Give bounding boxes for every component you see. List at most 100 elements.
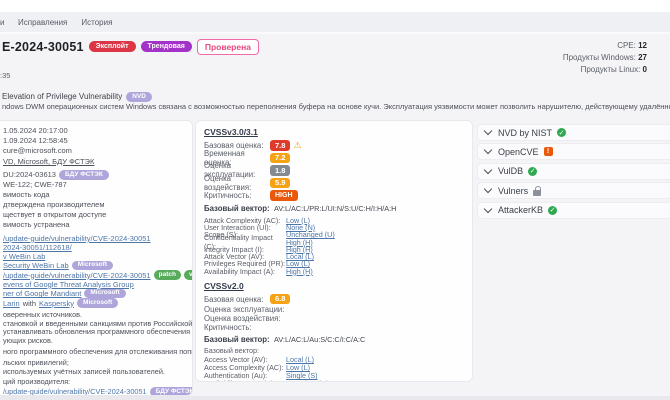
contact-email: cure@microsoft.com [3, 146, 72, 156]
cvss2-metrics: Access Vector (AV): Local (L) Access Comp… [204, 355, 464, 381]
tab-history[interactable]: История [81, 18, 112, 27]
warning-icon: ⚠ [293, 139, 302, 150]
stat-windows: Продукты Windows: 27 [562, 53, 647, 62]
vulnerability-name: Elevation of Privilege Vulnerability [2, 92, 123, 102]
reference-link[interactable]: Security WeBin Lab [3, 261, 69, 270]
product-stats: CPE: 12 Продукты Windows: 27 Продукты Li… [563, 40, 647, 76]
microsoft-badge: Microsoft [84, 288, 126, 299]
cvss2-base-score-row: Базовая оценка: 6.8 [204, 293, 464, 306]
cvss2-vector-row: Базовый вектор: AV:L/AC:L/Au:S/C:C/I:C/A… [204, 334, 366, 344]
tab-bar: ия Исправления История [0, 12, 670, 34]
source-accordion-nvd[interactable]: NVD by NIST ✓ [477, 124, 670, 141]
bdu-id: DU:2024-03613 [3, 169, 56, 179]
cvss2-impact-label: Оценка воздействия: [204, 314, 281, 324]
reference-link[interactable]: evens of Google Threat Analysis Group [3, 280, 134, 289]
metric-value-link[interactable]: Complete (C) [286, 379, 329, 381]
advisory-line: ного программного обеспечения для отслеж… [3, 347, 193, 356]
date-modified: 1.09.2024 12:58:45 [3, 136, 68, 146]
description-row: ndows DWM операционных систем Windows св… [2, 102, 670, 112]
credit-row: Larin with Kaspersky Microsoft [3, 298, 188, 308]
chevron-down-icon [483, 165, 493, 174]
cwe-ids: WE-122; CWE-787 [3, 179, 67, 189]
reference-link[interactable]: /update-guide/vulnerability/CVE-2024-300… [3, 234, 151, 243]
vendor-advisory-link[interactable]: /update-guide/vulnerability/CVE-2024-300… [3, 387, 147, 395]
id-block: DU:2024-03613 БДУ ФСТЭК WE-122; CWE-787 … [3, 170, 188, 230]
stat-cpe: CPE: 12 [617, 41, 647, 50]
lock-icon [533, 185, 542, 196]
score-badge: 6.8 [270, 293, 291, 305]
source-accordion-vulners[interactable]: Vulners [477, 182, 670, 199]
title-row: E-2024-30051 Эксплойт Трендовая Проверен… [2, 39, 259, 55]
details-card: 1.05.2024 20:17:00 1.09.2024 12:58:45 cu… [0, 120, 193, 396]
meta-block: 1.05.2024 20:17:00 1.09.2024 12:58:45 cu… [3, 126, 188, 167]
cvss2-heading: CVSSv2.0 [204, 280, 244, 291]
timestamp-fragment: :35 [0, 71, 11, 80]
bdu-id-row: DU:2024-03613 БДУ ФСТЭК [3, 170, 188, 180]
source-accordion-vuldb[interactable]: VulDB ✓ [477, 162, 670, 180]
footer-band [0, 396, 670, 400]
source-accordion-opencve[interactable]: OpenCVE ! [477, 143, 670, 160]
reference-link[interactable]: ner of Google Mandiant [3, 289, 81, 298]
tab-cutoff[interactable]: ия [0, 18, 4, 27]
flag-line: дтверждена производителем [3, 199, 105, 209]
cvss2-exploitability-label: Оценка эксплуатации: [204, 305, 285, 315]
reference-link[interactable]: 2024-30051/112618/ [3, 243, 72, 252]
cvss-card: CVSSv3.0/3.1 Базовая оценка: 7.8 ⚠ Време… [195, 120, 473, 382]
microsoft-badge: Microsoft [71, 260, 113, 271]
score-badge: 1.8 [270, 165, 291, 176]
advisory-line: используемых учётных записей пользовател… [3, 366, 165, 376]
advisory-line: ующих рисков. [3, 336, 53, 346]
top-strip [0, 0, 670, 12]
vulnerability-name-row: Elevation of Privilege Vulnerability NVD [2, 92, 152, 102]
cvss3-metrics: Attack Complexity (AC): Low (L) User Inte… [204, 215, 335, 276]
cvss2-vector: AV:L/AC:L/Au:S/C:C/I:C/A:C [274, 334, 366, 344]
vulnerability-detail-page: ия Исправления История E-2024-30051 Эксп… [0, 0, 670, 400]
check-icon: ✓ [557, 128, 567, 137]
cvss2-severity-label: Критичность: [204, 323, 252, 333]
cvss3-vector: AV:L/AC:L/PR:L/UI:N/S:U/C:H/I:H/A:H [274, 204, 397, 213]
flag-line: ществует в открытом доступе [3, 209, 107, 219]
tab-fixes[interactable]: Исправления [18, 18, 67, 27]
advisory-text-block: оверенных источников. становкой и введен… [3, 310, 193, 395]
nvd-badge: NVD [126, 92, 152, 102]
chevron-down-icon [483, 145, 493, 155]
cvss3-vector-row: Базовый вектор: AV:L/AC:L/PR:L/UI:N/S:U/… [204, 204, 397, 213]
score-badge: 7.2 [270, 152, 291, 163]
check-icon: ✓ [548, 205, 558, 215]
microsoft-badge: Microsoft [77, 298, 119, 308]
page-title: E-2024-30051 [2, 39, 84, 54]
alert-icon: ! [543, 147, 553, 156]
stat-linux: Продукты Linux: 0 [580, 65, 647, 74]
trending-badge: Трендовая [140, 41, 192, 53]
sources-link[interactable]: VD, Microsoft, БДУ ФСТЭК [3, 157, 188, 167]
vendor-advisory-badge: vendor advisory [183, 270, 192, 280]
check-icon: ✓ [528, 166, 538, 176]
chevron-down-icon [483, 126, 493, 136]
date-published: 1.05.2024 20:17:00 [3, 126, 68, 135]
vendor-link[interactable]: Kaspersky [39, 299, 74, 308]
references-block: /update-guide/vulnerability/CVE-2024-300… [3, 234, 192, 308]
advisory-line: ций производителя: [3, 377, 71, 387]
chevron-down-icon [483, 204, 493, 213]
cvss3-severity-row: Критичность: HIGH [204, 189, 464, 202]
description-text: ndows DWM операционных систем Windows св… [2, 102, 670, 112]
credit-text: with [22, 298, 37, 308]
score-badge: 5.9 [270, 177, 291, 188]
verified-badge: Проверена [196, 39, 259, 55]
patch-badge: patch [153, 270, 181, 280]
reference-link[interactable]: v WeBin Lab [3, 252, 45, 261]
cvss3-impact-row: Оценка воздействия: 5.9 [204, 174, 464, 192]
chevron-down-icon [483, 184, 493, 194]
source-accordion-attackerkb[interactable]: AttackerKB ✓ [477, 201, 670, 219]
severity-badge: HIGH [270, 189, 298, 201]
flag-line: вимость кода [3, 189, 50, 199]
bdu-fstec-badge: БДУ ФСТЭК [149, 387, 192, 395]
flag-line: вимость устранена [3, 219, 70, 229]
cvss3-heading: CVSSv3.0/3.1 [204, 127, 258, 137]
score-badge: 7.8 [270, 140, 291, 151]
metric-value-link[interactable]: High (H) [286, 267, 313, 276]
researcher-link[interactable]: Larin [3, 299, 20, 308]
exploit-badge: Эксплойт [88, 41, 136, 53]
reference-link[interactable]: /update-guide/vulnerability/CVE-2024-300… [3, 271, 151, 280]
bdu-fstec-badge: БДУ ФСТЭК [58, 170, 109, 180]
